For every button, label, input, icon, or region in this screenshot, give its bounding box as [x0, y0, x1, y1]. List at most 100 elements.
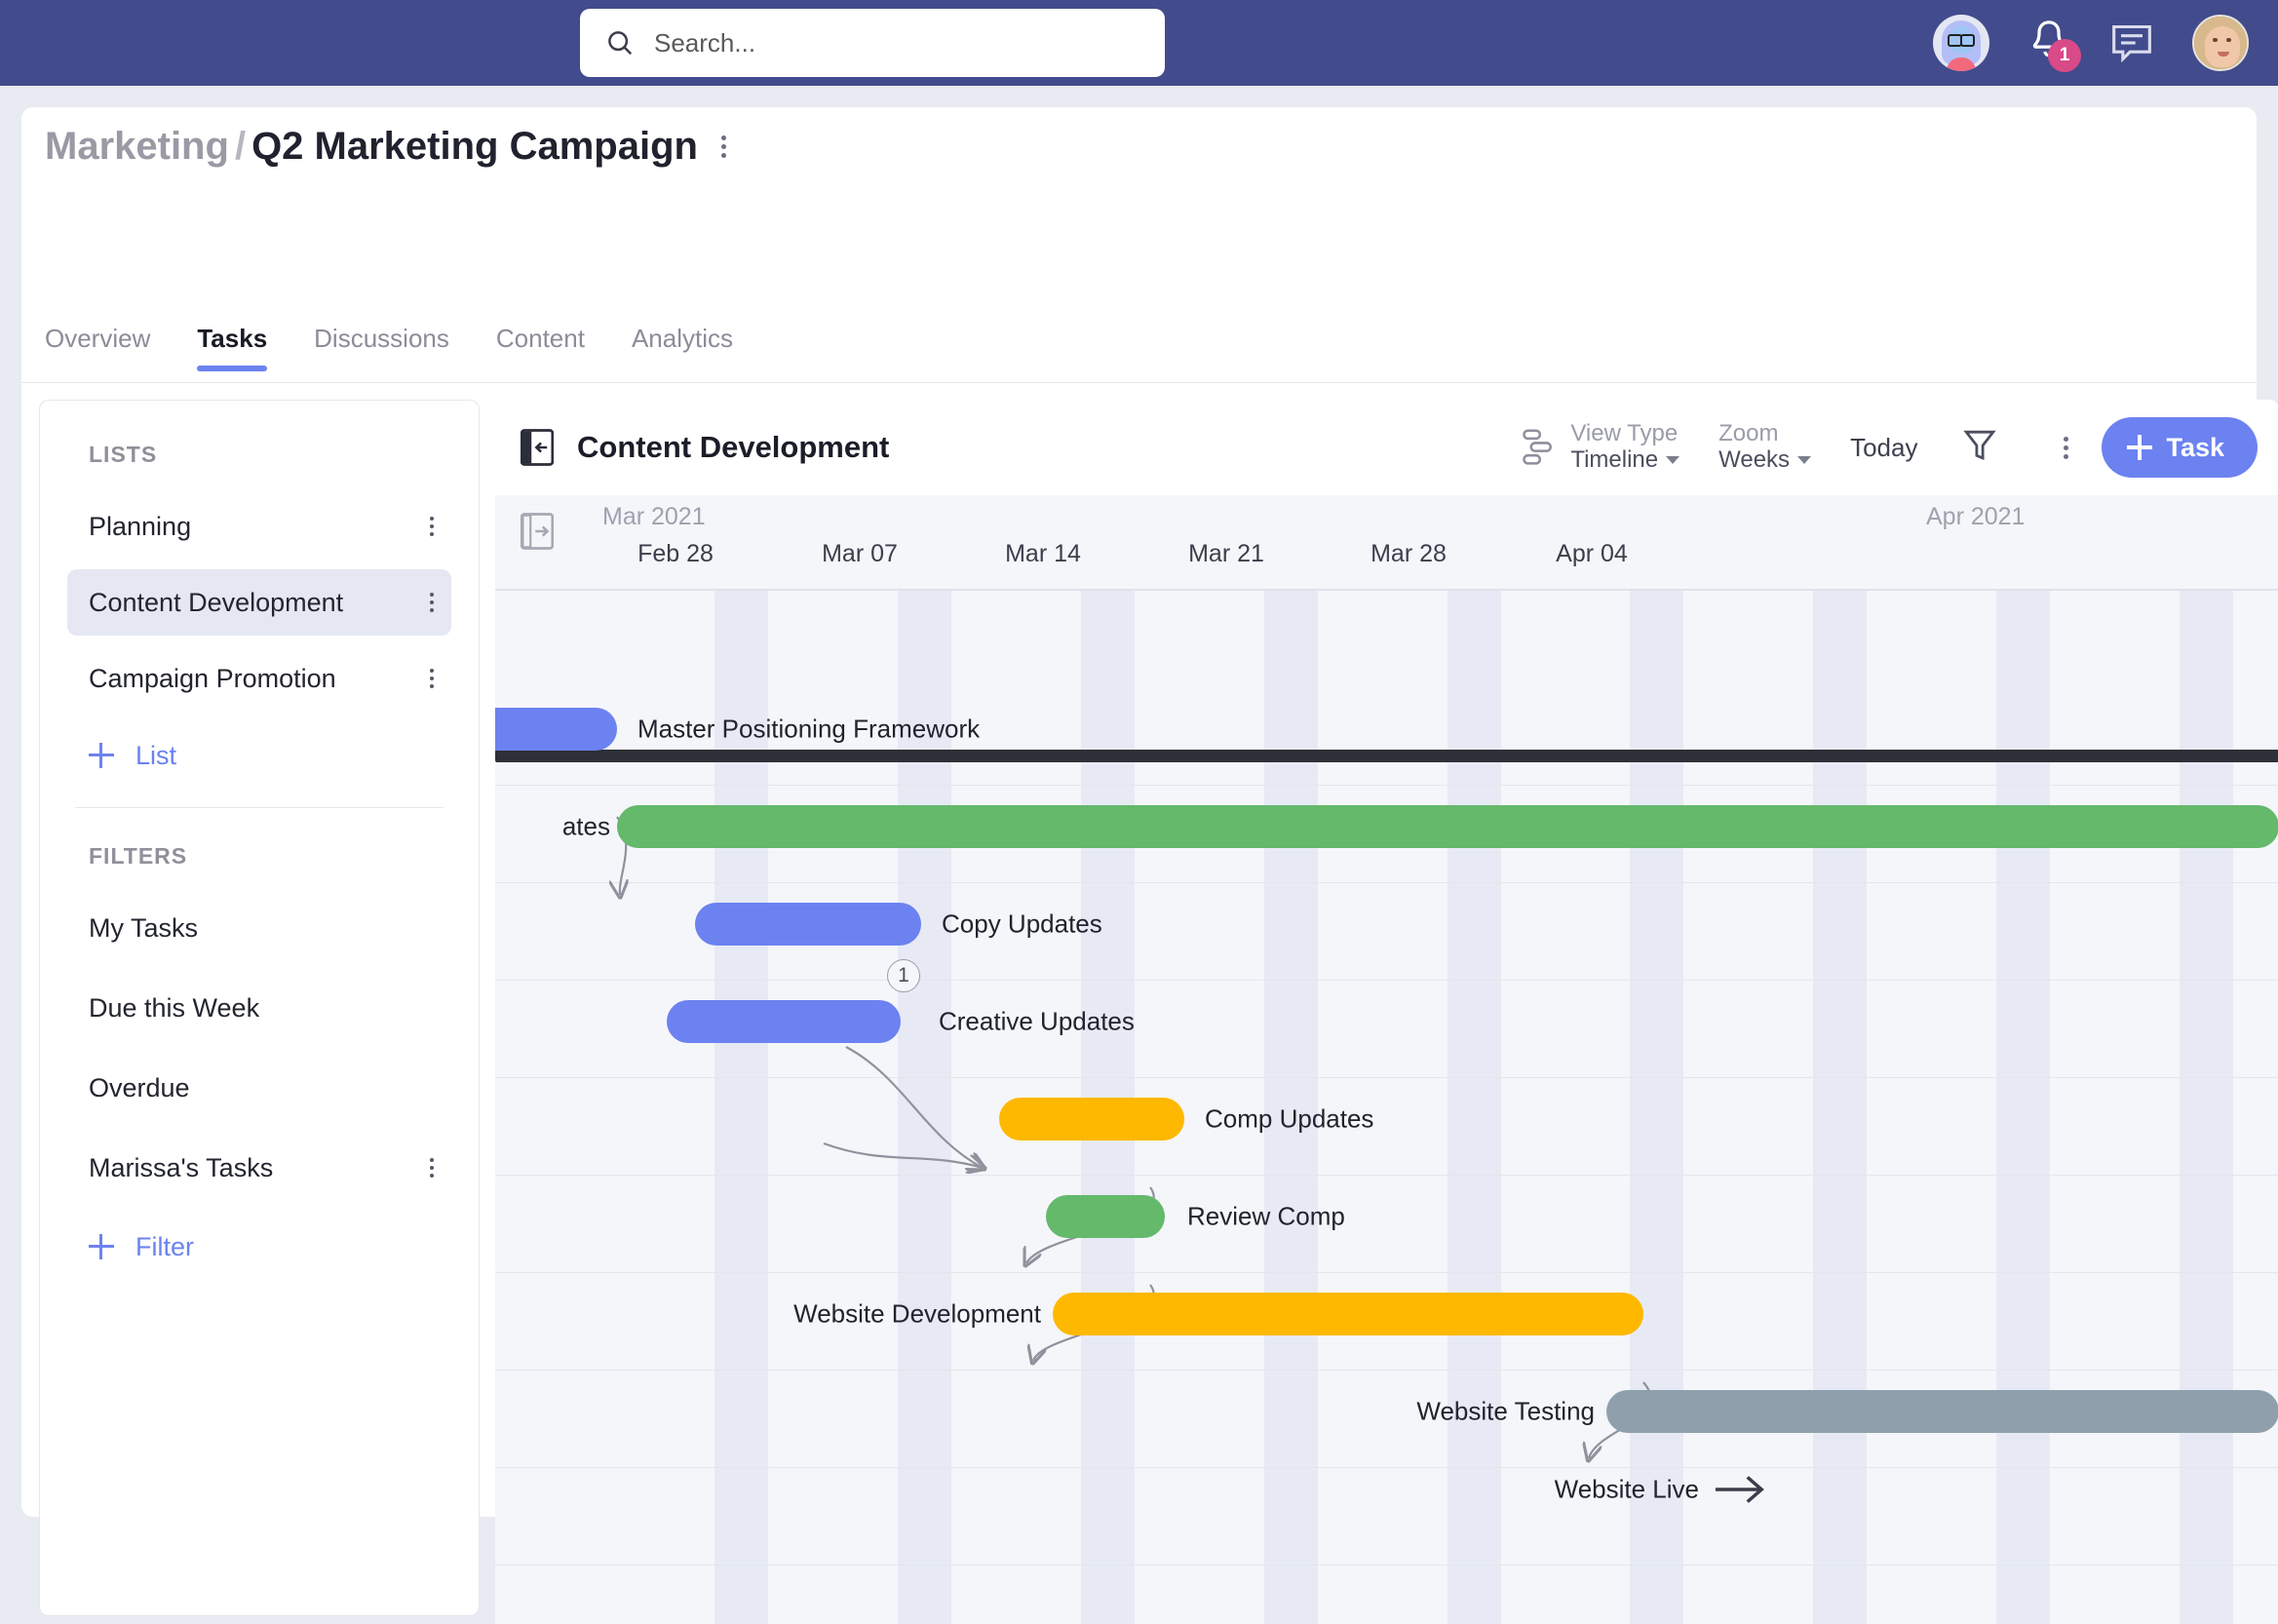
sidebar-item-label: Overdue: [89, 1072, 190, 1102]
search-icon: [608, 31, 633, 56]
timeline-toolbar: Content Development View Type Timeline Z…: [495, 400, 2278, 495]
add-filter-button[interactable]: Filter: [67, 1215, 451, 1279]
sidebar-item-planning[interactable]: Planning: [67, 493, 451, 560]
task-bar-website-development[interactable]: [1053, 1293, 1643, 1335]
tab-tasks[interactable]: Tasks: [197, 324, 267, 371]
view-type-icon: [1523, 429, 1553, 465]
zoom-label: Zoom: [1718, 420, 1779, 447]
kebab-menu-icon[interactable]: [430, 669, 434, 688]
kebab-menu-icon[interactable]: [2064, 436, 2069, 459]
timeline-day-row: Feb 28 Mar 07 Mar 14 Mar 21 Mar 28 Apr 0…: [495, 540, 2278, 585]
add-task-button[interactable]: Task: [2102, 417, 2258, 478]
assistant-avatar[interactable]: [1933, 15, 1989, 71]
task-bar-copy-updates-long[interactable]: [617, 805, 2278, 848]
add-filter-label: Filter: [135, 1231, 194, 1261]
sidebar-item-label: Campaign Promotion: [89, 663, 336, 693]
toolbar-actions: View Type Timeline Zoom Weeks Today Task: [1522, 400, 2258, 495]
task-label[interactable]: Master Positioning Framework: [637, 715, 980, 745]
plus-icon: [2127, 435, 2153, 460]
sidebar-item-content-development[interactable]: Content Development: [67, 569, 451, 636]
funnel-icon[interactable]: [1962, 427, 1997, 469]
zoom-value[interactable]: Weeks: [1718, 446, 1812, 474]
sidebar-item-campaign-promotion[interactable]: Campaign Promotion: [67, 645, 451, 712]
task-label[interactable]: Copy Updates: [942, 909, 1102, 940]
view-type-control[interactable]: View Type Timeline: [1522, 420, 1680, 474]
notifications-button[interactable]: 1: [2027, 18, 2081, 72]
timeline-day-tick: Mar 21: [1188, 540, 1264, 567]
page-title: Q2 Marketing Campaign: [251, 125, 698, 168]
milestone-label[interactable]: Website Live: [1555, 1475, 1699, 1505]
dependency-count-badge[interactable]: 1: [887, 959, 920, 992]
tab-overview[interactable]: Overview: [45, 324, 150, 371]
task-bar-review-comp[interactable]: [1046, 1195, 1165, 1238]
task-label[interactable]: Website Testing: [1416, 1397, 1595, 1427]
chevron-down-icon: [1666, 456, 1680, 465]
chat-icon[interactable]: [2108, 21, 2155, 64]
today-button[interactable]: Today: [1850, 433, 1917, 463]
filters-heading: FILTERS: [89, 843, 188, 869]
tab-discussions[interactable]: Discussions: [314, 324, 449, 371]
page-tabs: Overview Tasks Discussions Content Analy…: [45, 324, 733, 371]
task-bar-copy-updates[interactable]: [695, 903, 921, 946]
timeline-day-tick: Apr 04: [1556, 540, 1628, 567]
sidebar-item-label: Planning: [89, 511, 192, 541]
chevron-down-icon: [1797, 456, 1812, 465]
tab-content[interactable]: Content: [496, 324, 585, 371]
plus-icon: [89, 743, 114, 768]
user-avatar[interactable]: [2192, 15, 2249, 71]
tab-analytics[interactable]: Analytics: [632, 324, 733, 371]
lists-heading: LISTS: [89, 442, 158, 467]
breadcrumb-separator: /: [234, 125, 247, 168]
add-list-label: List: [135, 740, 177, 770]
view-type-value[interactable]: Timeline: [1570, 446, 1680, 474]
sidebar-item-overdue[interactable]: Overdue: [67, 1055, 451, 1121]
zoom-control[interactable]: Zoom Weeks: [1718, 420, 1812, 474]
task-label-truncated[interactable]: ates: [562, 812, 610, 842]
lists-sidebar: LISTS Planning Content Development Campa…: [39, 400, 480, 1616]
view-type-label: View Type: [1570, 420, 1679, 447]
zoom-text: Weeks: [1718, 446, 1791, 473]
timeline-day-tick: Feb 28: [637, 540, 714, 567]
task-label[interactable]: Creative Updates: [939, 1007, 1135, 1037]
kebab-menu-icon[interactable]: [430, 1158, 434, 1178]
sidebar-item-my-tasks[interactable]: My Tasks: [67, 895, 451, 961]
timeline-month: Mar 2021: [602, 503, 706, 530]
view-type-text: Timeline: [1570, 446, 1659, 473]
kebab-menu-icon[interactable]: [430, 593, 434, 612]
search-box[interactable]: [580, 9, 1165, 77]
gantt-bars: Master Positioning Framework ates Copy U…: [495, 591, 2278, 1624]
task-bar-website-testing[interactable]: [1606, 1390, 2278, 1433]
kebab-menu-icon[interactable]: [720, 135, 726, 158]
task-bar-comp-updates[interactable]: [999, 1098, 1184, 1141]
breadcrumb-parent[interactable]: Marketing: [45, 125, 229, 169]
plus-icon: [89, 1234, 114, 1259]
arrow-right-icon[interactable]: [1714, 1470, 1766, 1509]
collapse-panel-icon[interactable]: [520, 429, 555, 466]
task-label[interactable]: Review Comp: [1187, 1202, 1345, 1232]
sidebar-item-label: Marissa's Tasks: [89, 1152, 274, 1182]
task-label[interactable]: Website Development: [793, 1299, 1041, 1330]
sidebar-item-label: My Tasks: [89, 912, 199, 943]
add-list-button[interactable]: List: [67, 723, 451, 788]
gantt-chart[interactable]: Mar 2021 Apr 2021 Feb 28 Mar 07 Mar 14 M…: [495, 495, 2278, 1624]
search-input[interactable]: [654, 27, 1102, 58]
header-divider: [21, 382, 2257, 383]
sidebar-item-due-this-week[interactable]: Due this Week: [67, 975, 451, 1041]
task-label[interactable]: Comp Updates: [1205, 1104, 1373, 1135]
add-task-label: Task: [2166, 432, 2224, 462]
task-bar-master-positioning-framework[interactable]: [495, 708, 617, 751]
timeline-month-row: Mar 2021 Apr 2021: [495, 495, 2278, 540]
top-navigation-bar: 1: [0, 0, 2278, 86]
sidebar-item-marissas-tasks[interactable]: Marissa's Tasks: [67, 1135, 451, 1201]
top-bar-actions: 1: [1933, 0, 2249, 86]
timeline-panel: Content Development View Type Timeline Z…: [495, 400, 2278, 1624]
task-bar-creative-updates[interactable]: [667, 1000, 901, 1043]
timeline-month: Apr 2021: [1926, 503, 2026, 530]
kebab-menu-icon[interactable]: [430, 517, 434, 536]
sidebar-item-label: Due this Week: [89, 992, 260, 1023]
sidebar-item-label: Content Development: [89, 587, 344, 617]
breadcrumb: Marketing / Q2 Marketing Campaign: [45, 125, 726, 169]
timeline-day-tick: Mar 28: [1371, 540, 1447, 567]
timeline-day-tick: Mar 14: [1005, 540, 1081, 567]
timeline-day-tick: Mar 07: [822, 540, 898, 567]
